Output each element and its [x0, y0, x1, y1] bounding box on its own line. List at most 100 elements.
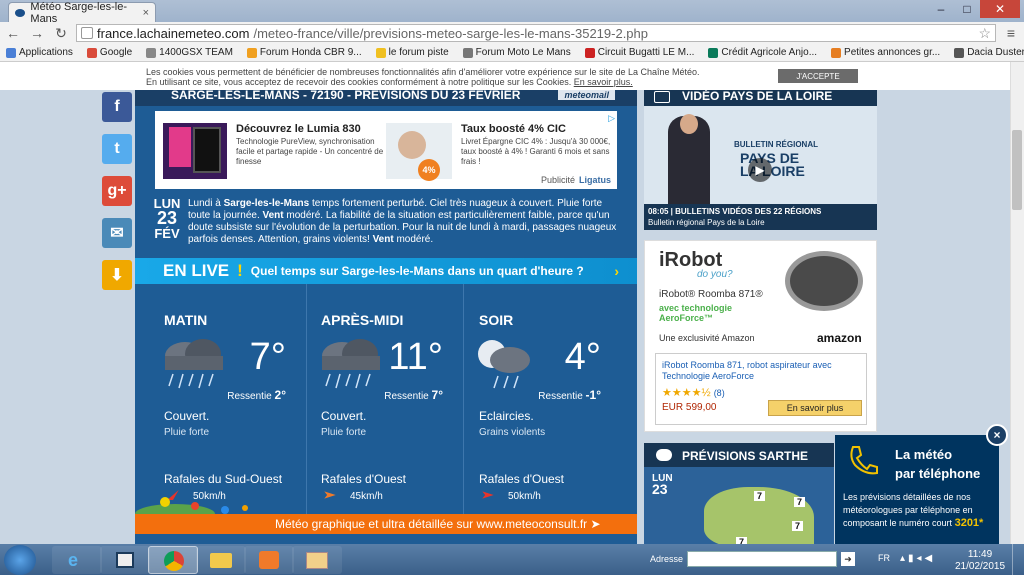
ad-banner-1[interactable]: Découvrez le Lumia 830 Technologie PureV… [155, 111, 617, 189]
en-live-bar[interactable]: EN LIVE ! Quel temps sur Sarge-les-le-Ma… [135, 258, 637, 284]
day-description: Lundi à Sarge-les-le-Mans temps fortemen… [188, 198, 618, 246]
ligatus-logo: Ligatus [578, 175, 611, 185]
chrome-icon[interactable] [148, 546, 198, 574]
bookmark-item[interactable]: Forum Honda CBR 9... [246, 47, 362, 58]
review-count[interactable]: (8) [714, 388, 725, 398]
bookmark-favicon-icon [708, 47, 719, 58]
minimize-button[interactable]: – [928, 0, 954, 18]
bookmark-item[interactable]: Google [86, 47, 133, 58]
bookmark-favicon-icon [6, 47, 16, 58]
googleplus-icon[interactable]: g+ [102, 176, 132, 206]
star-bookmark-icon[interactable]: ☆ [978, 25, 991, 42]
night-cloud-icon [478, 340, 530, 389]
bookmark-item[interactable]: Circuit Bugatti LE M... [584, 47, 695, 58]
bookmark-item[interactable]: le forum piste [375, 47, 449, 58]
phone-icon [850, 446, 878, 475]
email-icon[interactable]: ✉ [102, 218, 132, 248]
bookmark-item[interactable]: Dacia Duster - Le Fo... [954, 47, 1024, 58]
explorer-folder-icon[interactable] [196, 546, 246, 574]
video-header: VIDÉO PAYS DE LA LOIRE [644, 90, 877, 106]
address-bar[interactable]: france.lachainemeteo.com/meteo-france/vi… [76, 24, 996, 42]
play-icon[interactable]: ▶ [748, 158, 772, 182]
desc-bold: Vent [372, 234, 394, 245]
facebook-icon[interactable]: f [102, 92, 132, 122]
tab-close-icon[interactable]: × [143, 7, 149, 19]
condition-detail: Grains violents [479, 427, 546, 438]
media-player-icon[interactable] [244, 546, 294, 574]
start-button-icon[interactable] [4, 545, 36, 575]
tray-icons[interactable]: ▴▮◂◀ [900, 553, 935, 564]
back-arrow-icon[interactable]: ← [4, 25, 22, 41]
bookmark-label: Forum Honda CBR 9... [259, 47, 362, 58]
day-num: 23 [156, 208, 178, 228]
irobot-model: iRobot® Roomba 871® [659, 289, 763, 300]
close-window-button[interactable]: ✕ [980, 0, 1020, 18]
wind-arrow-icon [324, 491, 336, 499]
product-link[interactable]: iRobot Roomba 871, robot aspirateur avec… [662, 360, 832, 382]
rain-cloud-icon [165, 339, 223, 389]
bookmark-item[interactable]: Petites annonces gr... [831, 47, 940, 58]
go-arrow-icon[interactable]: ➜ [841, 552, 856, 566]
meteomail-badge[interactable]: meteomail [558, 90, 615, 100]
window-app-icon[interactable] [100, 546, 150, 574]
desc-part: Lundi à [188, 198, 224, 209]
reload-icon[interactable]: ↻ [52, 25, 70, 42]
video-caption[interactable]: 08:05 | BULLETINS VIDÉOS DES 22 RÉGIONS … [644, 204, 877, 230]
map-temp: 7 [754, 491, 766, 501]
sarthe-header: PRÉVISIONS SARTHE [644, 443, 834, 467]
ie-icon[interactable]: e [52, 546, 102, 574]
presenter-head [680, 114, 698, 134]
ad-footer: Publicité Ligatus [541, 175, 611, 185]
twitter-icon[interactable]: t [102, 134, 132, 164]
bookmark-label: Forum Moto Le Mans [475, 47, 571, 58]
bookmark-label: Petites annonces gr... [844, 47, 941, 58]
scrollbar-thumb[interactable] [1012, 130, 1022, 210]
bookmark-item[interactable]: Crédit Agricole Anjo... [708, 47, 817, 58]
wind-label: Rafales du Sud-Ouest [164, 472, 283, 486]
cookie-accept-button[interactable]: J'ACCEPTE [778, 69, 858, 83]
download-icon[interactable]: ⬇ [102, 260, 132, 290]
sarthe-day: LUN 23 [652, 473, 673, 496]
adchoices-icon[interactable]: ▷ [608, 113, 615, 124]
browser-tab[interactable]: Météo Sarge-les-le-Mans × [8, 1, 156, 25]
phone-weather-popup[interactable]: La météo par téléphone Les prévisions dét… [835, 435, 999, 545]
phone-desc: Les prévisions détaillées de nos météoro… [843, 492, 973, 528]
product-card: iRobot Roomba 871, robot aspirateur avec… [655, 353, 867, 425]
file-manager-icon[interactable] [292, 546, 342, 574]
page-icon [81, 27, 93, 39]
feels-value: 2° [274, 388, 286, 402]
sarthe-map[interactable]: LUN 23 7 7 7 7 [644, 467, 834, 547]
period-name: APRÈS-MIDI [321, 312, 404, 328]
phone-title-1: La météo [895, 447, 953, 462]
show-desktop-button[interactable] [1012, 544, 1024, 575]
forward-arrow-icon[interactable]: → [28, 25, 46, 41]
learn-more-button[interactable]: En savoir plus [768, 400, 862, 416]
ad-left-text: Technologie PureView, synchronisation fa… [236, 137, 384, 166]
close-popup-button[interactable]: × [986, 424, 1008, 446]
cookie-more-link[interactable]: En savoir plus. [574, 77, 633, 87]
wind-label: Rafales d'Ouest [321, 472, 407, 486]
bookmark-label: Circuit Bugatti LE M... [597, 47, 695, 58]
bookmark-item[interactable]: Applications [6, 47, 73, 58]
irobot-exclusive: Une exclusivité Amazon [659, 333, 755, 343]
meteoconsult-banner[interactable]: Météo graphique et ultra détaillée sur w… [135, 514, 637, 534]
address-input[interactable] [687, 551, 838, 567]
ad-right-title: Taux boosté 4% CIC [461, 123, 566, 135]
menu-icon[interactable]: ≡ [1002, 25, 1020, 41]
ad-footer-label: Publicité [540, 175, 575, 185]
bookmark-item[interactable]: Forum Moto Le Mans [462, 47, 571, 58]
condition: Eclaircies. [479, 409, 534, 423]
condition: Couvert. [321, 409, 367, 423]
bookmark-item[interactable]: 1400GSX TEAM [146, 47, 233, 58]
bookmark-label: Google [99, 47, 133, 58]
bookmark-favicon-icon [86, 47, 97, 58]
video-bulletin: BULLETIN RÉGIONAL [734, 140, 818, 149]
wind-arrow-icon [482, 491, 494, 499]
phone-text: Les prévisions détaillées de nos météoro… [843, 491, 993, 530]
irobot-ad[interactable]: iRobot do you? iRobot® Roomba 871® avec … [644, 240, 877, 432]
taskbar-address: Adresse ➜ [650, 551, 856, 567]
system-clock[interactable]: 11:49 21/02/2015 [955, 549, 1005, 573]
ad-left-title: Découvrez le Lumia 830 [236, 123, 361, 135]
language-indicator[interactable]: FR [878, 553, 890, 563]
maximize-button[interactable]: □ [954, 0, 980, 18]
